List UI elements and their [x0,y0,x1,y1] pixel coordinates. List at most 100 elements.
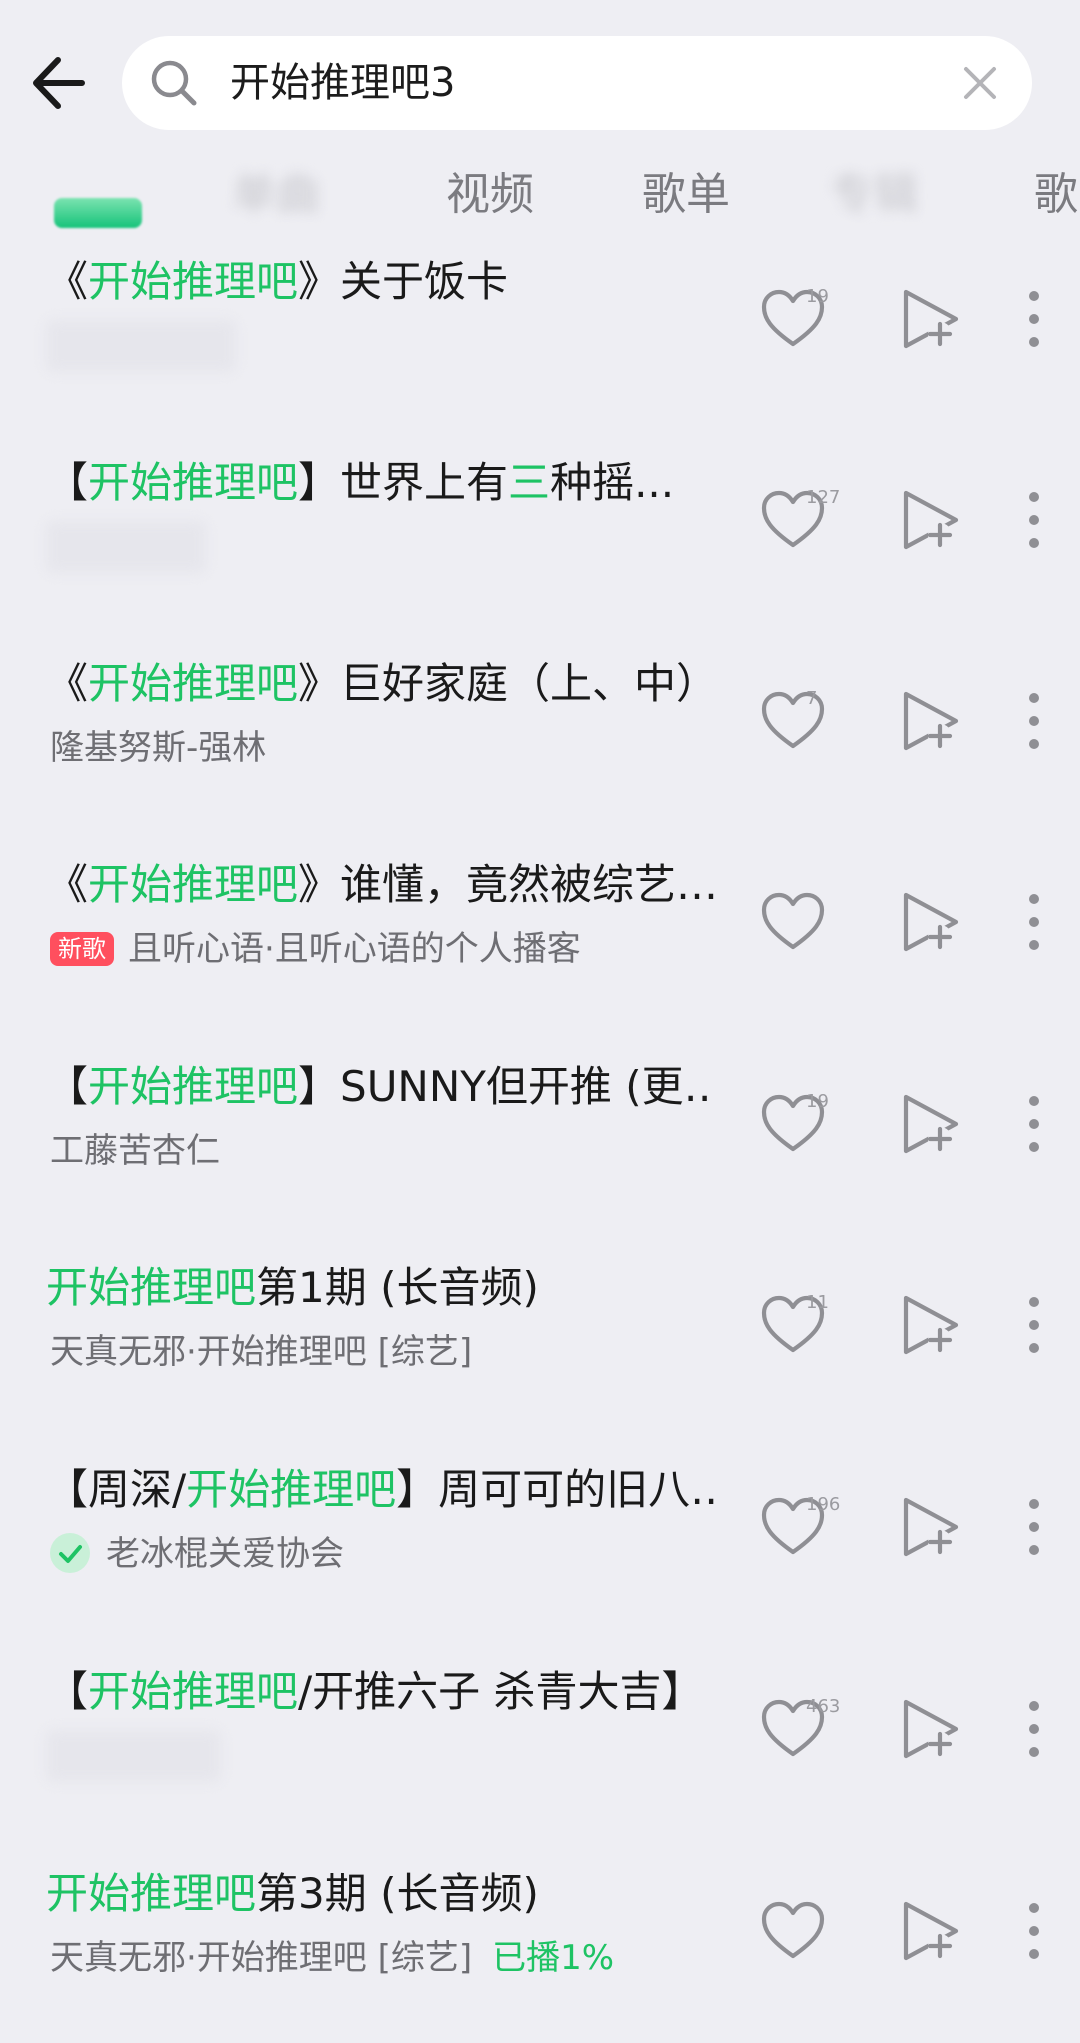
subtitle-text: 工藤苦杏仁 [50,1131,220,1171]
title-text: 种摇... [550,458,675,507]
more-options-icon[interactable] [1022,690,1046,752]
more-options-icon[interactable] [1022,288,1046,350]
heart-icon[interactable] [760,1900,826,1962]
more-options-icon[interactable] [1022,489,1046,551]
more-options-icon[interactable] [1022,1698,1046,1760]
add-to-playlist-icon[interactable] [900,1696,962,1762]
title-text: 第1期 (长音频) [256,1263,539,1312]
search-bar[interactable]: 开始推理吧3 [122,36,1032,130]
item-title: 【开始推理吧】世界上有三种摇... [46,457,714,509]
blurred-subtitle [46,521,206,573]
search-icon [151,60,197,106]
add-to-playlist-icon[interactable] [900,1494,962,1560]
title-text: 《 [46,860,89,909]
subtitle-text: 隆基努斯-强林 [50,728,267,768]
more-options-icon[interactable] [1022,1900,1046,1962]
title-text: 《 [46,659,89,708]
more-options-icon[interactable] [1022,1294,1046,1356]
item-subtitle: 新歌 且听心语·且听心语的个人播客 [50,927,581,971]
item-subtitle: 隆基努斯-强林 [50,726,266,770]
like-count: 127 [806,487,841,508]
title-highlight: 三 [508,458,551,507]
blurred-subtitle [46,1730,221,1782]
like-count: 19 [806,1091,829,1112]
title-highlight: 开始推理吧 [186,1465,397,1514]
close-icon[interactable] [958,61,1002,105]
more-options-icon[interactable] [1022,1093,1046,1155]
list-item[interactable]: 《开始推理吧》巨好家庭（上、中）… 隆基努斯-强林 7 [0,632,1080,833]
title-text: 《 [46,257,89,306]
title-text: 【 [46,458,89,507]
subtitle-text: 天真无邪·开始推理吧 [综艺] [50,1938,473,1978]
add-to-playlist-icon[interactable] [900,889,962,955]
item-title: 【开始推理吧】SUNNY但开推 (更… [46,1061,714,1113]
item-title: 《开始推理吧》巨好家庭（上、中）… [46,658,714,710]
item-title: 《开始推理吧》谁懂，竟然被综艺… [46,859,714,911]
subtitle-text: 且听心语·且听心语的个人播客 [128,929,581,969]
title-text: 》巨好家庭（上、中）… [298,659,714,708]
verified-check-icon [50,1533,90,1573]
title-text: 第3期 (长音频) [256,1869,539,1918]
list-item[interactable]: 《开始推理吧》谁懂，竟然被综艺… 新歌 且听心语·且听心语的个人播客 [0,833,1080,1034]
title-text: 【 [46,1667,89,1716]
title-highlight: 开始推理吧 [46,1869,257,1918]
item-title: 【周深/开始推理吧】周可可的旧八… [46,1464,714,1516]
like-count: 19 [806,286,829,307]
heart-icon[interactable] [760,891,826,953]
item-title: 《开始推理吧》关于饭卡 [46,256,714,308]
item-subtitle: 天真无邪·开始推理吧 [综艺] [50,1330,472,1374]
add-to-playlist-icon[interactable] [900,1898,962,1964]
item-subtitle: 天真无邪·开始推理吧 [综艺] 已播1% [50,1936,614,1980]
list-item[interactable]: 开始推理吧第1期 (长音频) 天真无邪·开始推理吧 [综艺] 11 [0,1236,1080,1437]
title-highlight: 开始推理吧 [88,1062,299,1111]
list-item[interactable]: 【开始推理吧】世界上有三种摇... 127 [0,431,1080,632]
title-text: 】SUNNY但开推 (更… [298,1062,714,1111]
back-arrow-icon[interactable] [26,48,96,118]
add-to-playlist-icon[interactable] [900,487,962,553]
title-text: /开推六子 杀青大吉】 [298,1667,704,1716]
add-to-playlist-icon[interactable] [900,1091,962,1157]
item-title: 【开始推理吧/开推六子 杀青大吉】 [46,1666,714,1718]
list-item[interactable]: 【开始推理吧】SUNNY但开推 (更… 工藤苦杏仁 19 [0,1035,1080,1236]
tab-playlists[interactable]: 歌单 [642,160,730,230]
title-highlight: 开始推理吧 [88,860,299,909]
title-text: 【周深/ [46,1465,187,1514]
tab-albums[interactable]: 专辑 [830,160,918,230]
item-subtitle: 老冰棍关爱协会 [50,1532,344,1576]
more-options-icon[interactable] [1022,891,1046,953]
item-title: 开始推理吧第3期 (长音频) [46,1868,714,1920]
title-highlight: 开始推理吧 [46,1263,257,1312]
add-to-playlist-icon[interactable] [900,286,962,352]
like-count: 196 [806,1494,841,1515]
tab-thumbnail [54,198,142,228]
list-item[interactable]: 《开始推理吧》关于饭卡 19 [0,230,1080,431]
tab-videos[interactable]: 视频 [446,160,534,230]
add-to-playlist-icon[interactable] [900,688,962,754]
play-progress: 已播1% [492,1938,615,1978]
list-item[interactable]: 【周深/开始推理吧】周可可的旧八… 老冰棍关爱协会 196 [0,1438,1080,1639]
title-highlight: 开始推理吧 [88,458,299,507]
title-text: 【 [46,1062,89,1111]
new-badge: 新歌 [50,932,114,966]
list-item[interactable]: 开始推理吧第3期 (长音频) 天真无邪·开始推理吧 [综艺] 已播1% [0,1842,1080,2043]
title-text: 】世界上有 [298,458,509,507]
like-count: 463 [806,1696,841,1717]
subtitle-text: 天真无邪·开始推理吧 [综艺] [50,1332,473,1372]
title-highlight: 开始推理吧 [88,659,299,708]
item-title: 开始推理吧第1期 (长音频) [46,1262,714,1314]
tab-artists[interactable]: 歌 [1034,160,1078,230]
subtitle-text: 老冰棍关爱协会 [106,1534,344,1574]
title-text: 》关于饭卡 [298,257,509,306]
like-count: 11 [806,1292,829,1313]
like-count: 7 [806,688,818,709]
title-highlight: 开始推理吧 [88,1667,299,1716]
tab-bar: 单曲 视频 歌单 专辑 歌 [0,160,1080,230]
blurred-subtitle [46,320,236,372]
more-options-icon[interactable] [1022,1496,1046,1558]
list-item[interactable]: 【开始推理吧/开推六子 杀青大吉】 463 [0,1640,1080,1841]
title-text: 》谁懂，竟然被综艺… [298,860,714,909]
search-input[interactable]: 开始推理吧3 [230,36,455,130]
top-bar: 开始推理吧3 [0,0,1080,160]
tab-songs[interactable]: 单曲 [232,160,320,230]
add-to-playlist-icon[interactable] [900,1292,962,1358]
